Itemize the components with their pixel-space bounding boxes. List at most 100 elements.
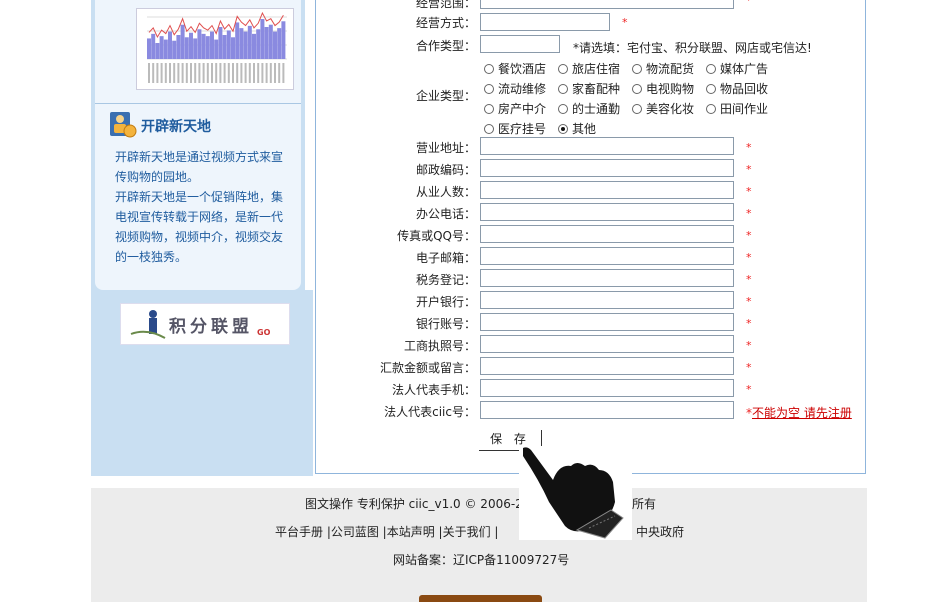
footer-line1[interactable]: 图文操作 专利保护 ciic_v1.0 © 2006-2 xyxy=(305,495,523,512)
business-mode-input[interactable] xyxy=(480,13,610,31)
field-input[interactable] xyxy=(480,291,734,309)
company-type-option[interactable]: 房产中介 xyxy=(484,100,546,117)
radio-button[interactable] xyxy=(632,104,642,114)
field-input[interactable] xyxy=(480,357,734,375)
field-label: 开户银行： xyxy=(415,295,476,309)
chart-tick-label xyxy=(173,63,176,83)
field-input[interactable] xyxy=(480,181,734,199)
company-type-label: 餐饮酒店 xyxy=(498,62,547,76)
section-title: 开辟新天地 xyxy=(141,119,211,135)
field-input[interactable] xyxy=(480,313,734,331)
company-type-option[interactable]: 医疗挂号 xyxy=(484,120,546,137)
field-input[interactable] xyxy=(480,159,734,177)
company-type-label: 家畜配种 xyxy=(572,82,621,96)
company-type-option[interactable]: 物流配货 xyxy=(632,60,694,77)
company-type-option[interactable]: 家畜配种 xyxy=(558,80,620,97)
radio-button[interactable] xyxy=(558,124,568,134)
radio-button[interactable] xyxy=(484,84,494,94)
required-mark: * xyxy=(746,383,752,396)
chart-bar xyxy=(163,39,168,59)
radio-button[interactable] xyxy=(706,64,716,74)
thumbnail-chart-svg xyxy=(147,11,287,83)
company-type-label: 美容化妆 xyxy=(646,102,695,116)
chart-bar xyxy=(193,38,198,59)
register-link[interactable]: 不能为空 请先注册 xyxy=(752,406,852,420)
chart-bar xyxy=(256,29,261,59)
radio-button[interactable] xyxy=(484,124,494,134)
radio-button[interactable] xyxy=(558,64,568,74)
field-label: 银行账号： xyxy=(415,317,476,331)
field-input[interactable] xyxy=(480,137,734,155)
company-type-option[interactable]: 餐饮酒店 xyxy=(484,60,546,77)
company-type-label: 旅店住宿 xyxy=(572,62,621,76)
points-alliance-banner[interactable]: 积分联盟 GO xyxy=(120,303,290,345)
chart-tick-label xyxy=(148,63,150,83)
required-mark: * xyxy=(746,163,752,176)
company-type-label: 物流配货 xyxy=(646,62,695,76)
radio-button[interactable] xyxy=(558,84,568,94)
field-label: 邮政编码： xyxy=(415,163,476,177)
radio-button[interactable] xyxy=(706,104,716,114)
required-mark: * xyxy=(746,141,752,154)
field-input[interactable] xyxy=(480,401,734,419)
company-type-option[interactable]: 的士通勤 xyxy=(558,100,620,117)
chart-bar xyxy=(239,28,244,59)
ciic-error[interactable]: *不能为空 请先注册 xyxy=(746,404,852,421)
radio-button[interactable] xyxy=(484,104,494,114)
required-mark: * xyxy=(746,295,752,308)
chart-tick-label xyxy=(198,63,201,83)
banner-go: GO xyxy=(257,328,271,337)
chart-tick-label xyxy=(244,63,247,83)
business-scope-input[interactable] xyxy=(480,0,734,9)
chart-tick-label xyxy=(164,63,167,83)
chart-tick-label xyxy=(248,63,251,83)
company-type-option[interactable]: 其他 xyxy=(558,120,596,137)
footer-links[interactable]: 平台手册 |公司蓝图 |本站声明 |关于我们 | xyxy=(275,523,498,540)
field-label: 法人代表ciic号： xyxy=(384,405,476,419)
field-input[interactable] xyxy=(480,247,734,265)
required-mark: * xyxy=(746,339,752,352)
field-label: 汇款金额或留言： xyxy=(379,361,476,375)
footer-icp[interactable]: 网站备案：辽ICP备11009727号 xyxy=(393,551,569,568)
field-input[interactable] xyxy=(480,225,734,243)
chart-bar xyxy=(260,19,265,59)
company-type-label: 医疗挂号 xyxy=(498,122,547,136)
section-text-2: 开辟新天地是一个促销阵地，集电视宣传转载于网络，是新一代视频购物，视频中介，视频… xyxy=(115,190,284,264)
chart-bar xyxy=(281,21,286,59)
company-type-option[interactable]: 美容化妆 xyxy=(632,100,694,117)
radio-button[interactable] xyxy=(558,104,568,114)
chart-tick-label xyxy=(240,63,243,83)
footer-link-government[interactable]: 中央政府 xyxy=(636,523,684,540)
cooperation-type-input[interactable] xyxy=(480,35,560,53)
company-type-label: 其他 xyxy=(572,122,597,136)
chart-tick-label xyxy=(227,63,230,83)
company-type-option[interactable]: 田间作业 xyxy=(706,100,768,117)
bottom-button[interactable] xyxy=(419,595,542,602)
company-type-option[interactable]: 流动维修 xyxy=(484,80,546,97)
company-type-option[interactable]: 媒体广告 xyxy=(706,60,768,77)
field-input[interactable] xyxy=(480,335,734,353)
chart-tick-label xyxy=(194,63,197,83)
field-input[interactable] xyxy=(480,269,734,287)
radio-button[interactable] xyxy=(632,84,642,94)
field-input[interactable] xyxy=(480,203,734,221)
field-input[interactable] xyxy=(480,379,734,397)
company-type-label: 媒体广告 xyxy=(720,62,769,76)
cooperation-hint: *请选填：宅付宝、积分联盟、网店或宅信达! xyxy=(573,41,812,55)
footer-line1-end: 所有 xyxy=(632,497,657,511)
chart-bar xyxy=(168,31,172,59)
radio-button[interactable] xyxy=(706,84,716,94)
label-company-type: 企业类型： xyxy=(415,89,476,103)
company-type-option[interactable]: 物品回收 xyxy=(706,80,768,97)
hand-pointer-icon xyxy=(519,446,632,540)
chart-tick-label xyxy=(261,63,264,83)
radio-button[interactable] xyxy=(484,64,494,74)
chart-bar xyxy=(201,33,206,59)
radio-button[interactable] xyxy=(632,64,642,74)
thumbnail-chart[interactable] xyxy=(136,8,294,90)
company-type-option[interactable]: 旅店住宿 xyxy=(558,60,620,77)
company-type-option[interactable]: 电视购物 xyxy=(632,80,694,97)
company-type-label: 电视购物 xyxy=(646,82,695,96)
chart-bar xyxy=(247,25,252,59)
company-type-label: 流动维修 xyxy=(498,82,547,96)
